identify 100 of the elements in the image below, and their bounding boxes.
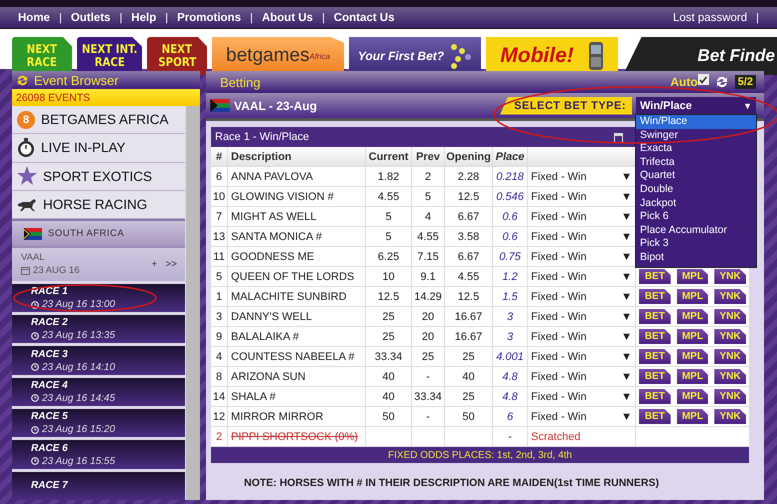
events-count: 26098 EVENTS <box>12 89 200 106</box>
dropdown-option[interactable]: Exacta <box>636 142 756 156</box>
race-item[interactable]: RACE 7 <box>12 472 185 500</box>
table-cell: 25 <box>445 347 493 366</box>
nav-separator: | <box>58 12 62 24</box>
race-time: 23 Aug 16 15:55 <box>42 456 116 467</box>
category-item[interactable]: SPORT EXOTICS <box>12 162 185 191</box>
action-button[interactable]: BET <box>639 389 671 404</box>
action-button[interactable]: MPL <box>676 409 708 424</box>
action-button[interactable]: YNK <box>714 269 746 284</box>
flag-icon <box>24 228 42 240</box>
bet-type-dropdown[interactable]: Fixed - Win ▼ <box>531 210 632 222</box>
dropdown-option[interactable]: Pick 3 <box>636 237 756 251</box>
dropdown-option[interactable]: Place Accumulator <box>636 224 756 238</box>
action-button[interactable]: YNK <box>714 389 746 404</box>
table-cell: 1.82 <box>366 167 412 186</box>
meeting-item[interactable]: VAAL 23 AUG 16 + >> <box>12 246 185 281</box>
region-header[interactable]: SOUTH AFRICA <box>12 219 185 246</box>
table-cell: 3 <box>493 327 528 346</box>
nav-link[interactable]: Home <box>18 12 50 24</box>
bet-type-dropdown[interactable]: Fixed - Win ▼ <box>531 170 632 182</box>
action-button[interactable]: BET <box>639 269 671 284</box>
bet-type-dropdown[interactable]: Fixed - Win ▼ <box>531 390 632 402</box>
action-button[interactable]: BET <box>639 369 671 384</box>
action-button[interactable]: MPL <box>676 349 708 364</box>
clock-icon <box>31 300 39 309</box>
bet-type-dropdown[interactable]: Fixed - Win ▼ <box>531 330 632 342</box>
action-button[interactable]: MPL <box>676 269 708 284</box>
bet-type-dropdown[interactable]: Fixed - Win ▼ <box>531 250 632 262</box>
bet-type-dropdown[interactable]: Fixed - Win ▼ <box>531 230 632 242</box>
nav-link[interactable]: Contact Us <box>334 12 394 24</box>
next-banner[interactable]: NEXT SPORT <box>147 37 207 75</box>
dropdown-option[interactable]: Pick 6 <box>636 210 756 224</box>
bet-type-dropdown[interactable]: Fixed - Win ▼ <box>531 350 632 362</box>
race-item[interactable]: RACE 2 23 Aug 16 13:35 <box>12 315 185 344</box>
dropdown-option[interactable]: Jackpot <box>636 196 756 210</box>
nav-link[interactable]: Outlets <box>70 12 110 24</box>
bet-type-dropdown[interactable]: Fixed - Win ▼ <box>531 410 632 422</box>
action-button[interactable]: BET <box>639 289 671 304</box>
table-cell: 11 <box>211 247 228 266</box>
race-item[interactable]: RACE 6 23 Aug 16 15:55 <box>12 440 185 469</box>
ball-icon: 8 <box>17 110 35 129</box>
action-button[interactable]: BET <box>639 409 671 424</box>
category-item[interactable]: HORSE RACING <box>12 190 185 220</box>
action-button[interactable]: MPL <box>676 389 708 404</box>
bet-type-select[interactable]: Win/Place ▼ <box>636 96 756 114</box>
bet-type-dropdown[interactable]: Fixed - Win ▼ <box>531 310 632 322</box>
race-item[interactable]: RACE 3 23 Aug 16 14:10 <box>12 346 185 375</box>
scrollbar[interactable] <box>185 106 200 500</box>
dropdown-option[interactable]: Trifecta <box>636 156 756 170</box>
bet-finder-banner[interactable]: Bet Finde <box>623 37 777 75</box>
lost-password-link[interactable]: Lost password <box>672 12 748 24</box>
table-cell: 33.34 <box>412 387 445 406</box>
bet-type-dropdown[interactable]: Fixed - Win ▼ <box>531 370 632 382</box>
table-cell: 4.55 <box>412 227 445 246</box>
action-button[interactable]: BET <box>639 309 671 324</box>
expand-button[interactable]: + <box>151 258 158 270</box>
action-button[interactable]: YNK <box>714 369 746 384</box>
nav-link[interactable]: About Us <box>262 12 313 24</box>
dropdown-option[interactable]: Bipot <box>636 250 756 265</box>
bet-type-dropdown[interactable]: Fixed - Win ▼ <box>531 290 632 302</box>
action-button[interactable]: MPL <box>676 289 708 304</box>
action-button[interactable]: BET <box>639 329 671 344</box>
dropdown-option[interactable]: Quartet <box>636 169 756 183</box>
category-item[interactable]: 8 BETGAMES AFRICA <box>12 106 185 134</box>
dropdown-option[interactable]: Swinger <box>636 128 756 142</box>
refresh-icon[interactable] <box>714 75 729 89</box>
race-title: Race 1 - Win/Place <box>215 131 310 143</box>
race-name: RACE 4 <box>31 380 69 391</box>
table-cell: 2 <box>211 427 228 446</box>
table-cell: 6.67 <box>445 207 493 226</box>
table-cell: 3 <box>211 307 228 326</box>
action-button[interactable]: BET <box>639 349 671 364</box>
bet-type-dropdown[interactable]: Fixed - Win ▼ <box>531 270 632 282</box>
dropdown-option[interactable]: Win/Place <box>636 115 756 129</box>
table-cell: 2 <box>412 167 445 186</box>
table-cell: ARIZONA SUN <box>228 367 366 386</box>
race-item[interactable]: RACE 5 23 Aug 16 15:20 <box>12 409 185 438</box>
nav-link[interactable]: Promotions <box>177 12 241 24</box>
table-cell: 12.5 <box>445 287 493 306</box>
refresh-icon[interactable] <box>16 74 29 86</box>
action-button[interactable]: YNK <box>714 349 746 364</box>
action-button[interactable]: YNK <box>714 329 746 344</box>
category-item[interactable]: LIVE IN-PLAY <box>12 134 185 163</box>
go-button[interactable]: >> <box>165 258 177 270</box>
action-button[interactable]: MPL <box>676 369 708 384</box>
action-button[interactable]: MPL <box>676 329 708 344</box>
bet-type-dropdown[interactable]: Fixed - Win ▼ <box>531 190 632 202</box>
star-icon <box>17 166 37 186</box>
action-button[interactable]: MPL <box>676 309 708 324</box>
action-button[interactable]: YNK <box>714 309 746 324</box>
race-item[interactable]: RACE 4 23 Aug 16 14:45 <box>12 378 185 406</box>
auto-checkbox[interactable] <box>698 74 709 85</box>
odds-format-button[interactable]: 5/2 <box>734 75 756 89</box>
action-button[interactable]: YNK <box>714 409 746 424</box>
nav-link[interactable]: Help <box>131 12 156 24</box>
table-cell: 1 <box>211 287 228 306</box>
dropdown-option[interactable]: Double <box>636 182 756 197</box>
action-button[interactable]: YNK <box>714 289 746 304</box>
calendar-icon[interactable] <box>614 132 623 142</box>
